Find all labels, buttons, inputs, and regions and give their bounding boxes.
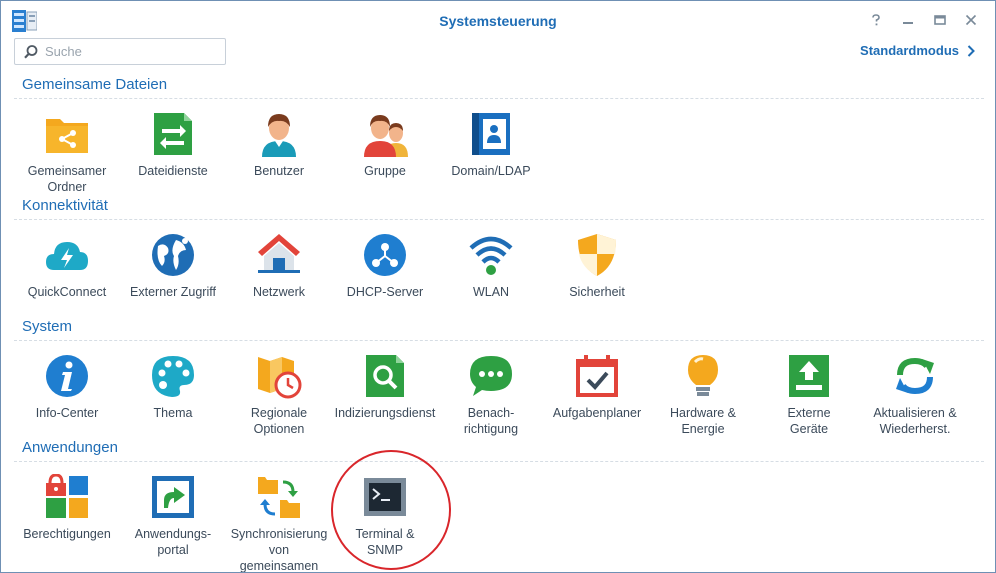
quickconnect-icon — [46, 242, 88, 270]
item-label: Domain/LDAP — [451, 164, 531, 178]
item-label: Aktualisieren & Wiederherst. — [873, 406, 957, 436]
user-icon — [262, 114, 296, 157]
help-icon — [872, 14, 880, 26]
external-devices-icon — [789, 355, 829, 397]
help-button[interactable] — [867, 11, 885, 29]
minimize-button[interactable] — [899, 11, 917, 29]
palette-icon — [152, 356, 194, 397]
title-bar: Systemsteuerung — [1, 1, 995, 37]
external-access-icon — [152, 234, 194, 276]
wifi-icon — [469, 236, 513, 275]
section-title-connectivity: Konnektivität — [22, 197, 108, 214]
maximize-icon — [934, 15, 946, 25]
section-divider — [14, 461, 984, 462]
minimize-icon — [903, 22, 913, 24]
maximize-button[interactable] — [931, 11, 949, 29]
standard-mode-link[interactable]: Standardmodus — [860, 43, 975, 58]
update-restore-icon — [896, 357, 934, 395]
search-icon — [24, 45, 38, 59]
section-divider — [14, 219, 984, 220]
domain-ldap-icon — [472, 113, 510, 155]
shared-folder-icon — [46, 119, 88, 153]
security-shield-icon — [578, 234, 616, 276]
section-title-shared-files: Gemeinsame Dateien — [22, 76, 168, 93]
lightbulb-icon — [688, 355, 718, 396]
file-services-icon — [154, 113, 192, 155]
section-title-applications: Anwendungen — [22, 439, 118, 456]
search-input[interactable] — [45, 42, 220, 61]
sync-shared-folder-icon — [258, 477, 300, 518]
task-scheduler-icon — [576, 355, 618, 397]
info-icon — [46, 355, 88, 397]
item-label: Sicherheit — [569, 285, 625, 299]
network-icon — [258, 234, 300, 273]
section-title-system: System — [22, 318, 73, 335]
close-button[interactable] — [962, 11, 980, 29]
item-label: Terminal & SNMP — [355, 527, 415, 557]
notification-icon — [470, 356, 512, 396]
terminal-icon — [364, 478, 406, 516]
regional-clock-icon — [258, 357, 302, 399]
group-icon — [364, 115, 408, 157]
control-panel-window: Systemsteuerung Standardmodus Gemeinsame… — [0, 0, 996, 573]
dhcp-server-icon — [364, 234, 406, 276]
search-field[interactable] — [14, 38, 226, 65]
section-divider — [14, 98, 984, 99]
close-icon — [965, 14, 977, 26]
chevron-right-icon — [967, 44, 975, 57]
indexing-icon — [366, 355, 404, 397]
section-divider — [14, 340, 984, 341]
standard-mode-label: Standardmodus — [860, 43, 959, 58]
application-portal-icon — [152, 476, 194, 518]
privileges-icon — [46, 474, 88, 518]
window-title: Systemsteuerung — [439, 13, 557, 29]
